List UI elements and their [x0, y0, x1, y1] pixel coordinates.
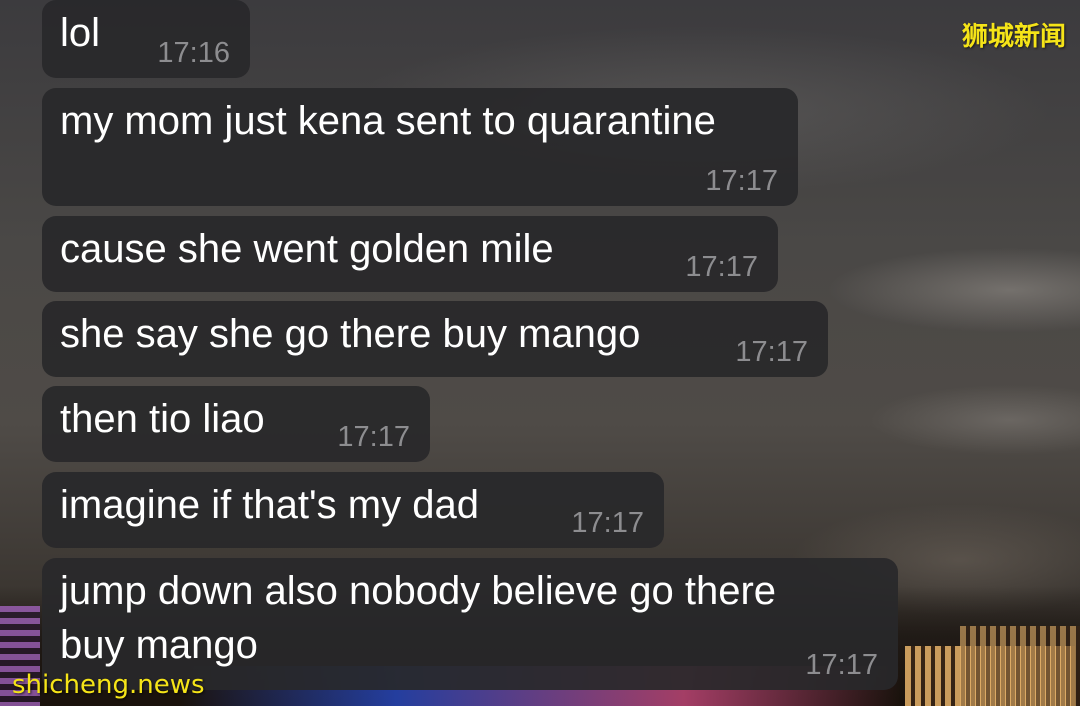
message-bubble[interactable]: cause she went golden mile 17:17	[42, 216, 778, 292]
watermark-url: shicheng.news	[12, 670, 205, 700]
message-timestamp: 17:17	[735, 336, 808, 368]
message-timestamp: 17:16	[157, 37, 230, 69]
watermark-logo-text: 狮城新闻	[961, 22, 1066, 52]
message-timestamp: 17:17	[685, 251, 758, 283]
message-bubble[interactable]: my mom just kena sent to quarantine 17:1…	[42, 88, 798, 206]
message-text: jump down also nobody believe go there b…	[60, 569, 777, 667]
message-text: she say she go there buy mango	[60, 312, 641, 356]
message-bubble[interactable]: she say she go there buy mango 17:17	[42, 301, 828, 377]
message-bubble[interactable]: imagine if that's my dad 17:17	[42, 472, 664, 548]
message-text: imagine if that's my dad	[60, 483, 479, 527]
message-text: then tio liao	[60, 397, 265, 441]
message-bubble[interactable]: then tio liao 17:17	[42, 386, 430, 462]
message-text: my mom just kena sent to quarantine	[60, 99, 716, 143]
message-timestamp: 17:17	[805, 649, 878, 681]
message-text: cause she went golden mile	[60, 227, 554, 271]
building-lights	[960, 626, 1080, 706]
message-timestamp: 17:17	[571, 507, 644, 539]
message-timestamp: 17:17	[705, 165, 778, 197]
message-timestamp: 17:17	[337, 421, 410, 453]
message-bubble[interactable]: lol 17:16	[42, 0, 250, 78]
message-text: lol	[60, 11, 101, 55]
